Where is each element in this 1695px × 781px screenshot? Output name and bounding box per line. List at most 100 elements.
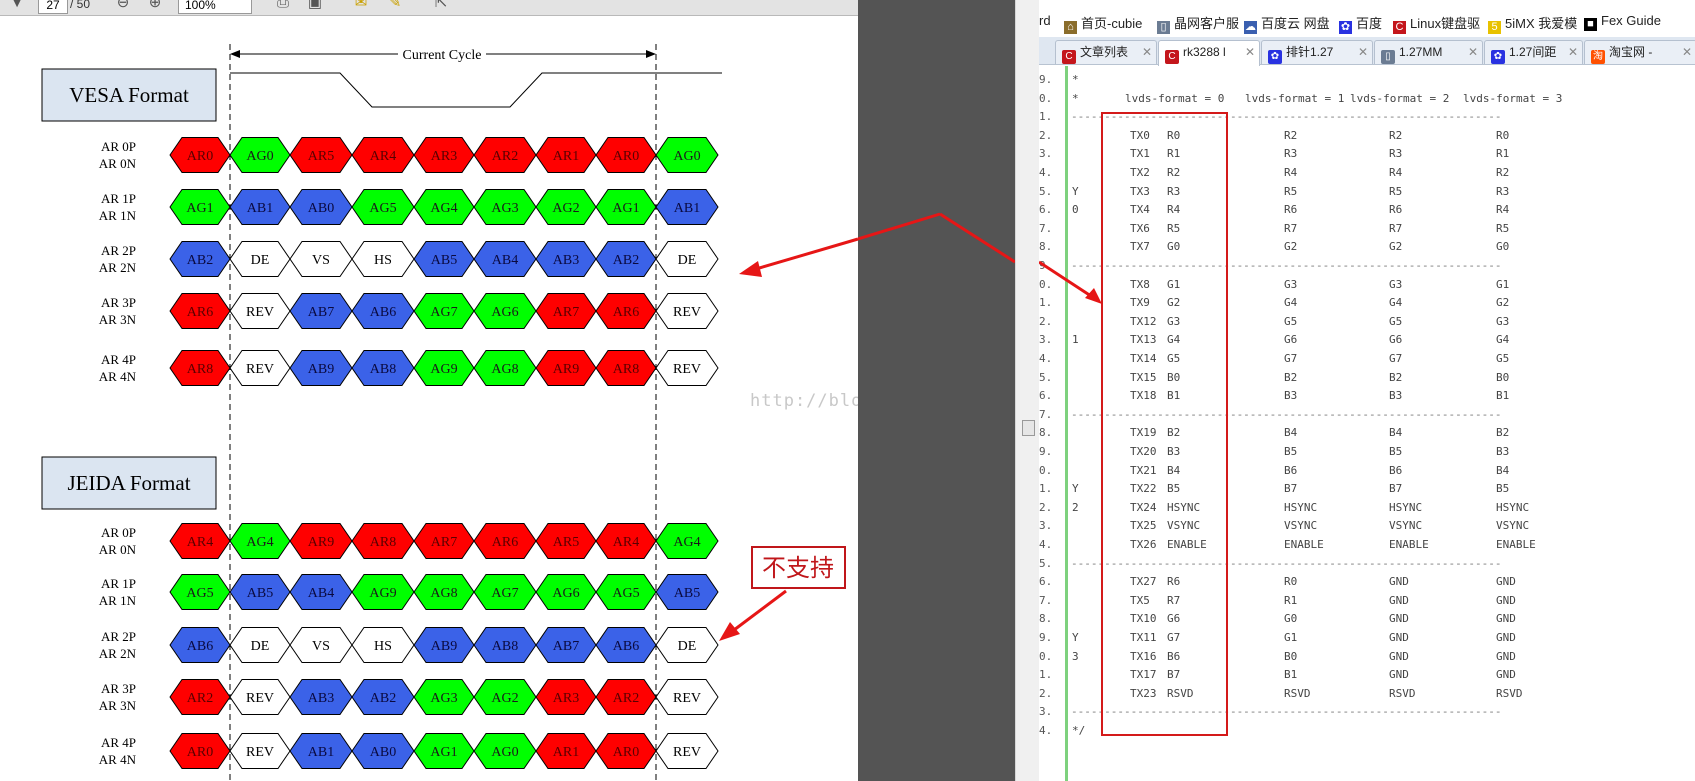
pin-value: G3 xyxy=(1496,314,1510,328)
line-number: 5. xyxy=(1039,556,1051,570)
red-arrow-segment xyxy=(858,212,941,241)
bit-slot-label: AB4 xyxy=(308,586,334,601)
bit-slot-label: AG6 xyxy=(491,305,518,320)
tab-title: 1.27MM xyxy=(1399,45,1443,59)
bit-slot-label: AB6 xyxy=(187,639,213,654)
close-tab-icon[interactable]: ✕ xyxy=(1468,41,1478,63)
bit-slot-label: REV xyxy=(246,691,274,706)
pin-value: R4 xyxy=(1284,166,1298,179)
bookmark-item[interactable]: ✿ 百度 xyxy=(1339,13,1382,34)
pin-value: G1 xyxy=(1284,631,1298,644)
bit-slot-label: AR6 xyxy=(187,305,213,320)
cycle-label: Current Cycle xyxy=(403,48,482,63)
bit-slot-label: REV xyxy=(673,745,701,760)
lane-label-p: AR 0P xyxy=(100,139,136,154)
pin-value: R7 xyxy=(1284,221,1298,235)
pin-value: G7 xyxy=(1284,352,1298,365)
pdf-viewer: ▼ 27 / 50 ⊖ ⊕ 100% ⎙ ▣ ✉ ✎ ⇱ 工具 签名 注释 Cu… xyxy=(0,0,858,781)
pin-value: R3 xyxy=(1389,147,1403,161)
tab-title: rk3288 l xyxy=(1183,45,1226,59)
line-number: 9. xyxy=(1039,73,1051,86)
bit-slot-label: AR4 xyxy=(613,535,639,550)
line-number: 3. xyxy=(1039,147,1051,161)
bookmark-label: 晶网客户服 xyxy=(1174,16,1240,31)
scroll-thumb[interactable] xyxy=(1022,420,1035,436)
pin-value: GND xyxy=(1389,668,1409,682)
close-tab-icon[interactable]: ✕ xyxy=(1245,41,1255,63)
bit-slot-label: AB2 xyxy=(187,253,213,268)
tab-title: 淘宝网 - xyxy=(1609,45,1653,59)
cloud-icon: ☁ xyxy=(1244,21,1257,34)
bit-slot-label: REV xyxy=(673,362,701,377)
bit-slot-label: AG0 xyxy=(673,149,700,164)
group-marker: 0 xyxy=(1072,203,1079,217)
pin-value: GND xyxy=(1389,631,1409,644)
browser-tab[interactable]: ▯ 1.27MM ✕ xyxy=(1374,40,1483,64)
lane-label: AR 0P AR 0N xyxy=(70,524,136,558)
bookmark-item[interactable]: ☁ 百度云 网盘 xyxy=(1244,13,1330,34)
bookmarks-bar: rd ⌂ 首页-cubie ▯ 晶网客户服 ☁ 百度云 网盘 ✿ 百度 C Linux键盘驱 5 5iM… xyxy=(1039,9,1695,35)
lane-label: AR 4P AR 4N xyxy=(70,351,136,385)
pin-value: R5 xyxy=(1496,221,1510,235)
browser-tab[interactable]: ✿ 排针1.27 ✕ xyxy=(1261,40,1373,64)
bit-slot-label: AB6 xyxy=(370,305,396,320)
lane-label-n: AR 0N xyxy=(98,156,136,171)
bit-slot-label: AR3 xyxy=(553,691,579,706)
viewer-background xyxy=(858,0,1015,781)
close-tab-icon[interactable]: ✕ xyxy=(1682,41,1692,63)
pin-value: B1 xyxy=(1496,389,1510,403)
bookmark-item[interactable]: C Linux键盘驱 xyxy=(1393,13,1480,34)
red-arrow-to-jeida-head xyxy=(719,622,740,641)
pin-value: B0 xyxy=(1284,649,1298,663)
bit-slot-label: AG9 xyxy=(430,362,457,377)
pin-value: G0 xyxy=(1284,612,1298,626)
bookmark-item[interactable]: ▯ 晶网客户服 xyxy=(1157,13,1239,34)
close-tab-icon[interactable]: ✕ xyxy=(1142,41,1152,63)
pin-value: G1 xyxy=(1496,277,1510,291)
pin-value: R1 xyxy=(1284,593,1298,607)
browser-tab[interactable]: ✿ 1.27间距 ✕ xyxy=(1484,40,1583,64)
close-tab-icon[interactable]: ✕ xyxy=(1358,41,1368,63)
pin-value: R2 xyxy=(1284,128,1298,142)
bit-slot-label: DE xyxy=(251,639,270,654)
pin-value: B5 xyxy=(1496,482,1510,496)
bit-slot-label: AR2 xyxy=(492,149,518,164)
line-number: 2. xyxy=(1039,686,1051,700)
lane-label-p: AR 1P xyxy=(100,191,136,206)
bit-slot-label: AG5 xyxy=(186,586,213,601)
pin-value: B0 xyxy=(1496,370,1510,384)
bit-slot-label: AG1 xyxy=(612,201,639,216)
bit-slot-label: AB8 xyxy=(492,639,518,654)
bit-slot-label: AB6 xyxy=(613,639,639,654)
close-tab-icon[interactable]: ✕ xyxy=(1568,41,1578,63)
pin-value: G0 xyxy=(1496,240,1510,254)
bit-slot-label: AB4 xyxy=(492,253,518,268)
bit-slot-label: AR9 xyxy=(553,362,579,377)
watermark: http://blog.csdn.net/ xyxy=(750,391,858,411)
bookmark-label: 百度 xyxy=(1356,16,1383,31)
bit-slot-label: AR0 xyxy=(187,149,213,164)
bit-slot-label: AB0 xyxy=(308,201,334,216)
line-number: 9. xyxy=(1039,631,1051,644)
pin-value: GND xyxy=(1496,668,1516,682)
pin-value: B4 xyxy=(1496,463,1510,477)
pin-value: R4 xyxy=(1496,203,1510,217)
bookmark-item[interactable]: rd xyxy=(1039,13,1051,28)
bookmark-item[interactable]: ■ Fex Guide xyxy=(1584,13,1661,31)
bookmark-item[interactable]: 5 5iMX 我爱模 xyxy=(1488,13,1577,34)
cycle-arrow-left-head xyxy=(230,50,240,58)
browser-tab[interactable]: 淘淘宝网 - ✕ xyxy=(1584,40,1695,64)
line-number: 8. xyxy=(1039,612,1051,626)
home-icon: ⌂ xyxy=(1064,21,1077,34)
bit-slot-label: AR8 xyxy=(613,362,639,377)
bit-slot-label: AG9 xyxy=(369,586,396,601)
browser-tab[interactable]: Crk3288 l ✕ xyxy=(1158,40,1260,66)
bit-slot-label: DE xyxy=(678,253,697,268)
group-marker: 2 xyxy=(1072,500,1079,514)
clock-waveform xyxy=(230,72,722,108)
pdf-vertical-scrollbar[interactable] xyxy=(1015,0,1040,781)
bookmark-item[interactable]: ⌂ 首页-cubie xyxy=(1064,13,1142,34)
bit-slot-label: AG7 xyxy=(430,305,457,320)
pin-value: B7 xyxy=(1389,482,1403,496)
browser-tab[interactable]: C 文章列表 ✕ xyxy=(1055,40,1157,64)
